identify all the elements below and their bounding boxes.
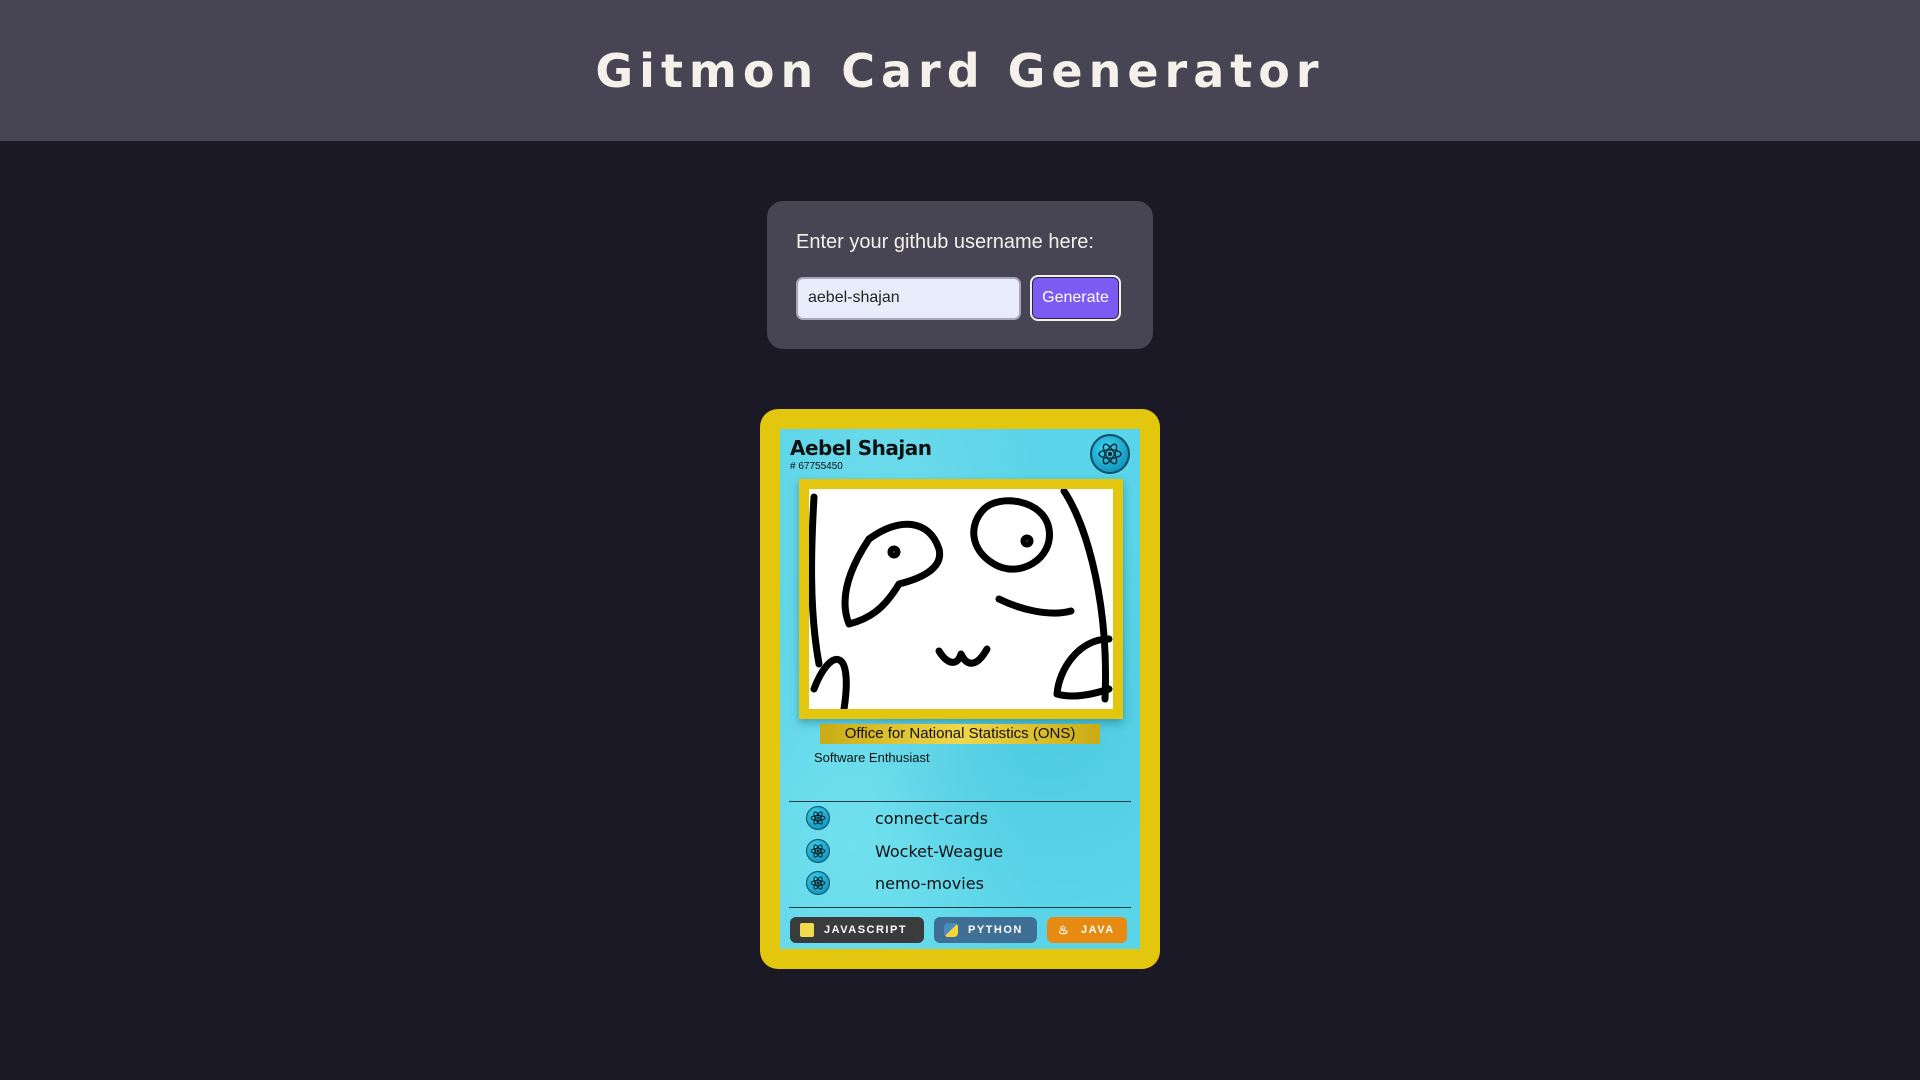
- language-tag-javascript: JAVASCRIPT: [790, 917, 924, 943]
- list-item: nemo-movies: [806, 871, 984, 895]
- form-row: Generate: [796, 275, 1124, 321]
- react-atom-icon: [806, 839, 830, 863]
- card-id: # 67755450: [790, 461, 843, 472]
- username-form: Enter your github username here: Generat…: [767, 201, 1153, 349]
- language-tag-java: ♨ JAVA: [1047, 917, 1127, 943]
- language-label: PYTHON: [968, 924, 1023, 936]
- language-tag-python: PYTHON: [934, 917, 1037, 943]
- avatar: [809, 489, 1113, 709]
- list-item: connect-cards: [806, 806, 988, 830]
- react-atom-icon: [1090, 434, 1130, 474]
- organization-banner: Office for National Statistics (ONS): [820, 724, 1100, 744]
- app-header: Gitmon Card Generator: [0, 0, 1920, 141]
- js-icon: [800, 923, 814, 937]
- username-input[interactable]: [796, 276, 1021, 320]
- card-bio: Software Enthusiast: [814, 750, 930, 765]
- language-label: JAVASCRIPT: [824, 924, 908, 936]
- username-label: Enter your github username here:: [796, 231, 1094, 253]
- react-atom-icon: [806, 806, 830, 830]
- repo-name: Wocket-Weague: [875, 841, 1004, 861]
- card-name: Aebel Shajan: [790, 436, 932, 460]
- avatar-frame: [799, 479, 1123, 719]
- java-icon: ♨: [1057, 923, 1071, 937]
- language-tags: JAVASCRIPT PYTHON ♨ JAVA: [790, 917, 1127, 943]
- divider: [789, 801, 1131, 802]
- repo-name: connect-cards: [875, 808, 988, 828]
- card-body: Aebel Shajan # 67755450 Office for Natio…: [780, 429, 1140, 949]
- python-icon: [944, 923, 958, 937]
- list-item: Wocket-Weague: [806, 839, 1003, 863]
- repo-name: nemo-movies: [875, 873, 984, 893]
- gitmon-card: Aebel Shajan # 67755450 Office for Natio…: [760, 409, 1160, 969]
- language-label: JAVA: [1081, 924, 1115, 936]
- generate-button[interactable]: Generate: [1030, 275, 1121, 321]
- divider: [789, 907, 1131, 908]
- react-atom-icon: [806, 871, 830, 895]
- page-title: Gitmon Card Generator: [595, 43, 1325, 98]
